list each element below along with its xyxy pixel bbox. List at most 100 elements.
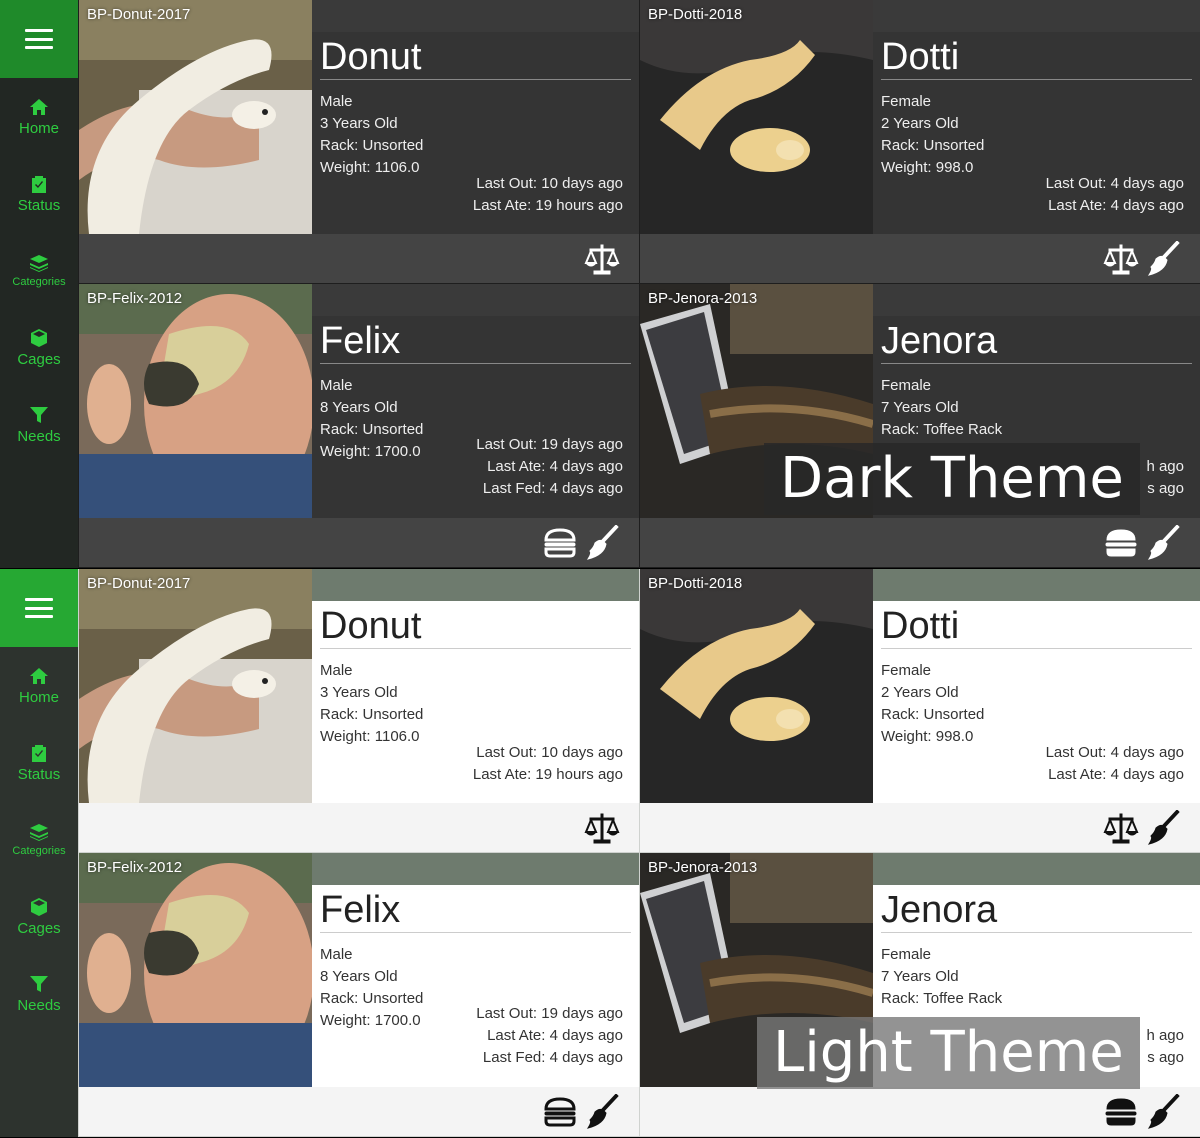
scale-icon <box>584 244 620 274</box>
animal-sex: Female <box>881 93 932 110</box>
broom-icon <box>1147 809 1180 845</box>
feed-button[interactable] <box>1102 524 1140 562</box>
animal-sex: Female <box>881 377 932 394</box>
animal-sex: Male <box>320 662 353 679</box>
clean-button[interactable] <box>1144 240 1182 278</box>
nav-label: Cages <box>17 919 61 937</box>
animal-card[interactable]: BP-Jenora-2013 Jenora Female 7 Years Old… <box>640 853 1200 1136</box>
animal-sex: Female <box>881 662 932 679</box>
animal-id: BP-Donut-2017 <box>87 6 191 23</box>
weigh-button[interactable] <box>583 809 621 847</box>
animal-name: Donut <box>320 601 631 649</box>
nav-needs[interactable]: Needs <box>0 955 78 1032</box>
last-out: Last Out: 10 days ago <box>476 744 623 761</box>
animal-card[interactable]: BP-Felix-2012 Felix Male 8 Years Old Rac… <box>79 853 639 1136</box>
nav-label: Status <box>17 196 61 214</box>
animal-card[interactable]: BP-Dotti-2018 Dotti Female 2 Years Old R… <box>640 569 1200 852</box>
nav-categories[interactable]: Categories <box>0 232 78 309</box>
animal-age: 2 Years Old <box>881 684 959 701</box>
card-actions <box>640 518 1200 567</box>
broom-icon <box>586 524 619 560</box>
feed-button[interactable] <box>541 524 579 562</box>
animal-id: BP-Jenora-2013 <box>648 859 758 876</box>
nav-home[interactable]: Home <box>0 78 78 155</box>
nav-label: Categories <box>12 845 66 857</box>
clean-button[interactable] <box>583 1093 621 1131</box>
last-fed: Last Fed: 4 days ago <box>482 1049 623 1066</box>
animal-card[interactable]: BP-Dotti-2018 Dotti Female 2 Years Old R… <box>640 0 1200 283</box>
animal-name: Jenora <box>881 885 1192 933</box>
last-out: Last Out: 4 days ago <box>1045 175 1184 192</box>
broom-icon <box>586 1093 619 1129</box>
animal-photo <box>79 284 312 518</box>
nav-label: Home <box>18 688 59 706</box>
nav-categories[interactable]: Categories <box>0 801 78 878</box>
nav-status[interactable]: Status <box>0 155 78 232</box>
animal-name: Jenora <box>881 316 1192 364</box>
animal-id: BP-Felix-2012 <box>87 290 183 307</box>
weigh-button[interactable] <box>583 240 621 278</box>
animal-card[interactable]: BP-Donut-2017 Donut Male 3 Years Old Rac… <box>79 0 639 283</box>
nav-label: Categories <box>12 276 66 288</box>
nav-label: Cages <box>17 350 61 368</box>
clean-button[interactable] <box>583 524 621 562</box>
menu-button[interactable] <box>0 0 78 78</box>
dark-theme-label: Dark Theme <box>764 443 1140 515</box>
clean-button[interactable] <box>1144 809 1182 847</box>
scale-icon <box>584 813 620 843</box>
feed-button[interactable] <box>541 1093 579 1131</box>
animal-age: 7 Years Old <box>881 968 959 985</box>
burger-icon <box>544 527 576 557</box>
funnel-icon <box>30 406 48 423</box>
animal-photo <box>79 0 312 234</box>
feed-button[interactable] <box>1102 1093 1140 1131</box>
nav-cages[interactable]: Cages <box>0 309 78 386</box>
animal-info: Donut Male 3 Years Old Rack: Unsorted We… <box>320 601 631 803</box>
animal-id: BP-Donut-2017 <box>87 575 191 592</box>
animal-rack: Rack: Toffee Rack <box>881 421 1003 438</box>
animal-card[interactable]: BP-Felix-2012 Felix Male 8 Years Old Rac… <box>79 284 639 567</box>
nav-home[interactable]: Home <box>0 647 78 724</box>
clean-button[interactable] <box>1144 1093 1182 1131</box>
sidebar: Home Status Categories Cages Needs <box>0 0 78 568</box>
last-ate: Last Ate: 4 days ago <box>1048 197 1184 214</box>
last-out: Last Out: 19 days ago <box>476 1005 623 1022</box>
home-icon <box>30 667 48 684</box>
clean-button[interactable] <box>1144 524 1182 562</box>
scale-icon <box>1103 813 1139 843</box>
burger-icon <box>544 1096 576 1126</box>
animal-age: 8 Years Old <box>320 968 398 985</box>
animal-id: BP-Jenora-2013 <box>648 290 758 307</box>
animal-name: Donut <box>320 32 631 80</box>
nav-label: Needs <box>17 996 61 1014</box>
animal-sex: Male <box>320 93 353 110</box>
nav-cages[interactable]: Cages <box>0 878 78 955</box>
animal-id: BP-Felix-2012 <box>87 859 183 876</box>
light-theme-label: Light Theme <box>757 1017 1140 1089</box>
nav-status[interactable]: Status <box>0 724 78 801</box>
funnel-icon <box>30 975 48 992</box>
animal-card[interactable]: BP-Donut-2017 Donut Male 3 Years Old Rac… <box>79 569 639 852</box>
last-ate: Last Ate: 4 days ago <box>1048 766 1184 783</box>
animal-card[interactable]: BP-Jenora-2013 Jenora Female 7 Years Old… <box>640 284 1200 567</box>
animal-photo <box>79 569 312 803</box>
weigh-button[interactable] <box>1102 809 1140 847</box>
menu-button[interactable] <box>0 569 78 647</box>
nav-label: Home <box>18 119 59 137</box>
weigh-button[interactable] <box>1102 240 1140 278</box>
cube-icon <box>31 328 47 347</box>
burger-icon <box>1105 1097 1137 1125</box>
last-ate: h ago <box>1146 458 1184 475</box>
animal-rack: Rack: Unsorted <box>881 706 985 723</box>
burger-icon <box>1105 528 1137 556</box>
animal-photo <box>640 0 873 234</box>
animal-photo <box>640 569 873 803</box>
layers-icon <box>30 824 48 841</box>
nav-needs[interactable]: Needs <box>0 386 78 463</box>
hamburger-icon <box>25 29 53 49</box>
card-actions <box>79 803 639 852</box>
animal-info: Felix Male 8 Years Old Rack: Unsorted We… <box>320 885 631 1087</box>
last-ate: h ago <box>1146 1027 1184 1044</box>
animal-name: Dotti <box>881 32 1192 80</box>
last-ate: Last Ate: 19 hours ago <box>472 197 623 214</box>
